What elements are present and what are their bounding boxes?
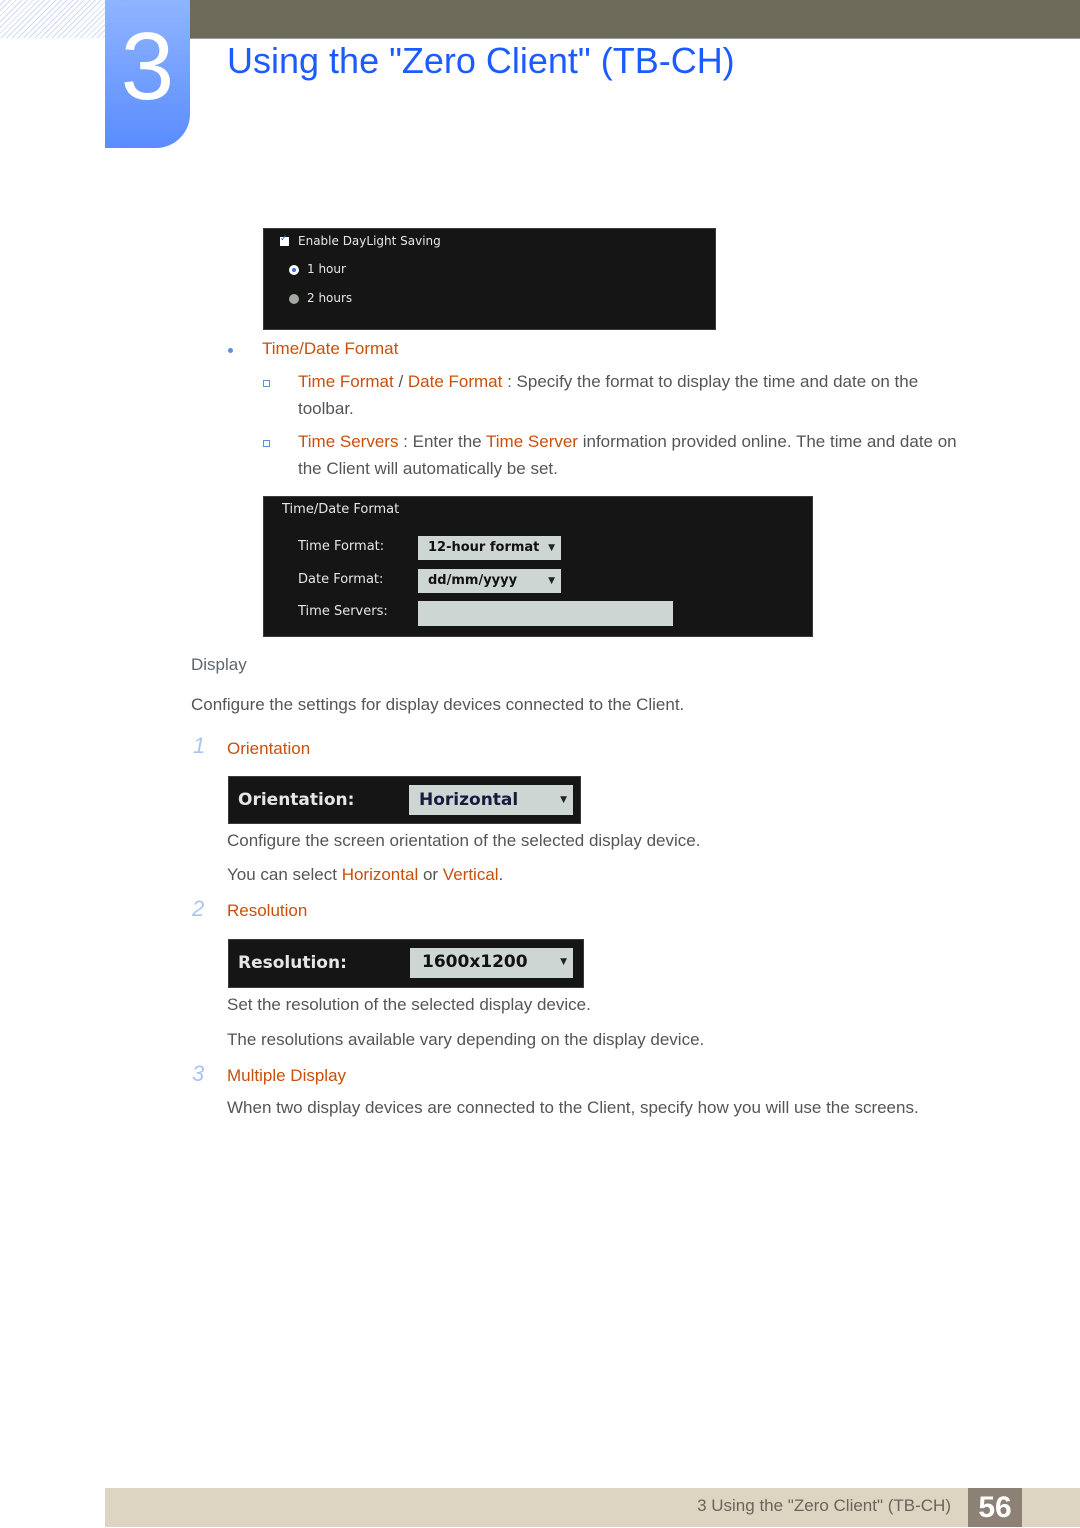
multiple-display-heading: Multiple Display <box>227 1066 347 1085</box>
date-format-value: dd/mm/yyyy <box>428 573 518 588</box>
sub-bullet-icon <box>263 440 270 447</box>
chevron-down-icon: ▼ <box>560 795 567 805</box>
orientation-heading: Orientation <box>227 739 311 758</box>
time-format-desc: Time Format / Date Format : Specify the … <box>298 372 919 391</box>
resolution-note: The resolutions available vary depending… <box>227 1030 705 1049</box>
footer-chapter-title: 3 Using the "Zero Client" (TB-CH) <box>697 1496 951 1515</box>
orientation-options: You can select Horizontal or Vertical. <box>227 865 504 884</box>
chevron-down-icon: ▼ <box>548 543 555 553</box>
time-date-heading: Time/Date Format <box>262 339 399 358</box>
sub-bullet-icon <box>263 380 270 387</box>
time-servers-input[interactable] <box>418 601 673 626</box>
orientation-desc: Configure the screen orientation of the … <box>227 831 701 850</box>
time-date-panel-title: Time/Date Format <box>282 502 400 517</box>
resolution-select[interactable]: 1600x1200 ▼ <box>410 948 573 978</box>
page-title: Using the "Zero Client" (TB-CH) <box>227 40 735 81</box>
resolution-label: Resolution: <box>238 953 347 973</box>
time-date-panel: Time/Date Format Time Format: 12-hour fo… <box>263 496 813 637</box>
time-format-label: Time Format: <box>298 539 385 554</box>
chapter-number: 3 <box>120 13 175 120</box>
time-format-value: 12-hour format <box>428 540 540 555</box>
header-hatch-decoration <box>0 0 105 38</box>
chevron-down-icon: ▼ <box>560 957 567 967</box>
daylight-checkbox[interactable] <box>280 234 289 246</box>
step-number: 2 <box>192 896 205 921</box>
resolution-panel: Resolution: 1600x1200 ▼ <box>228 939 584 988</box>
step-number: 1 <box>193 733 206 758</box>
bullet-icon <box>228 348 233 353</box>
chapter-badge: 3 <box>105 0 190 148</box>
resolution-value: 1600x1200 <box>422 952 528 972</box>
page-number: 56 <box>968 1488 1022 1527</box>
date-format-select[interactable]: dd/mm/yyyy ▼ <box>418 569 561 593</box>
orientation-select[interactable]: Horizontal ▼ <box>409 785 573 815</box>
chevron-down-icon: ▼ <box>548 576 555 586</box>
time-servers-label: Time Servers: <box>298 604 388 619</box>
time-servers-desc-cont: the Client will automatically be set. <box>298 459 558 478</box>
orientation-panel: Orientation: Horizontal ▼ <box>228 776 581 824</box>
orientation-value: Horizontal <box>419 790 519 810</box>
daylight-checkbox-label: Enable DayLight Saving <box>298 234 441 248</box>
display-intro: Configure the settings for display devic… <box>191 695 685 714</box>
daylight-saving-panel: Enable DayLight Saving 1 hour 2 hours <box>263 228 716 330</box>
date-format-label: Date Format: <box>298 572 384 587</box>
time-servers-desc: Time Servers : Enter the Time Server inf… <box>298 432 957 451</box>
radio-1-hour[interactable] <box>289 265 299 275</box>
header-bar <box>190 0 1080 39</box>
multiple-display-desc: When two display devices are connected t… <box>227 1098 919 1117</box>
resolution-desc: Set the resolution of the selected displ… <box>227 995 591 1014</box>
time-format-desc-cont: toolbar. <box>298 399 354 418</box>
page-footer: 3 Using the "Zero Client" (TB-CH) <box>105 1488 1080 1527</box>
time-format-select[interactable]: 12-hour format ▼ <box>418 536 561 560</box>
radio-2-hours[interactable] <box>289 294 299 304</box>
orientation-label: Orientation: <box>238 790 355 810</box>
step-number: 3 <box>192 1061 205 1086</box>
radio-1-hour-label: 1 hour <box>307 262 346 276</box>
display-heading: Display <box>191 655 247 674</box>
radio-2-hours-label: 2 hours <box>307 291 353 305</box>
resolution-heading: Resolution <box>227 901 308 920</box>
